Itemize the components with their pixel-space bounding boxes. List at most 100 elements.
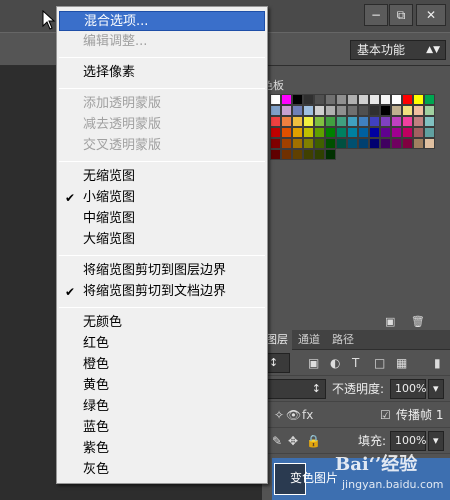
swatch[interactable]: [314, 105, 325, 116]
swatch[interactable]: [347, 138, 358, 149]
swatch[interactable]: [413, 127, 424, 138]
swatch[interactable]: [325, 116, 336, 127]
swatch[interactable]: [325, 138, 336, 149]
smart-object-filter-icon[interactable]: ▦: [396, 353, 407, 373]
close-button[interactable]: ✕: [416, 4, 446, 26]
swatch[interactable]: [303, 94, 314, 105]
menu-item-color-yellow[interactable]: 黄色: [59, 376, 265, 396]
swatch[interactable]: [336, 94, 347, 105]
swatch[interactable]: [413, 116, 424, 127]
swatch[interactable]: [314, 94, 325, 105]
swatch[interactable]: [336, 105, 347, 116]
swatch[interactable]: [292, 149, 303, 160]
lock-position-icon[interactable]: ✥: [288, 431, 298, 451]
swatch[interactable]: [369, 127, 380, 138]
tab-paths[interactable]: 路径: [328, 330, 358, 350]
menu-item-color-none[interactable]: 无颜色: [59, 313, 265, 333]
swatch[interactable]: [314, 116, 325, 127]
swatch[interactable]: [314, 138, 325, 149]
swatch[interactable]: [270, 94, 281, 105]
lock-all-icon[interactable]: 🔒: [306, 431, 321, 451]
opacity-input[interactable]: 100%: [390, 379, 426, 399]
swatch[interactable]: [380, 105, 391, 116]
swatch[interactable]: [358, 105, 369, 116]
swatch[interactable]: [281, 127, 292, 138]
swatch[interactable]: [336, 116, 347, 127]
swatch[interactable]: [270, 105, 281, 116]
swatch[interactable]: [292, 94, 303, 105]
swatch[interactable]: [358, 116, 369, 127]
menu-item-clip-to-document-bounds[interactable]: ✔ 将缩览图剪切到文档边界: [59, 282, 265, 302]
unify-style-icon[interactable]: fx: [302, 405, 313, 425]
fill-dropdown-button[interactable]: ▾: [428, 431, 444, 451]
swatch[interactable]: [413, 94, 424, 105]
swatch[interactable]: [347, 127, 358, 138]
swatch[interactable]: [325, 149, 336, 160]
swatch[interactable]: [391, 127, 402, 138]
swatch[interactable]: [402, 138, 413, 149]
type-filter-icon[interactable]: T: [352, 353, 359, 373]
swatch[interactable]: [402, 116, 413, 127]
swatch[interactable]: [292, 127, 303, 138]
swatch[interactable]: [380, 94, 391, 105]
swatch[interactable]: [336, 138, 347, 149]
swatch[interactable]: [325, 105, 336, 116]
swatch[interactable]: [413, 105, 424, 116]
menu-item-large-thumbnails[interactable]: 大缩览图: [59, 230, 265, 250]
swatch[interactable]: [314, 127, 325, 138]
workspace-select[interactable]: 基本功能 ▲▼: [350, 40, 446, 60]
minimize-button[interactable]: −: [364, 4, 388, 26]
swatch[interactable]: [347, 116, 358, 127]
swatch[interactable]: [380, 138, 391, 149]
unify-visibility-icon[interactable]: 👁: [286, 405, 301, 425]
swatch[interactable]: [281, 116, 292, 127]
swatch[interactable]: [281, 105, 292, 116]
swatch[interactable]: [325, 94, 336, 105]
swatch[interactable]: [358, 127, 369, 138]
menu-item-medium-thumbnails[interactable]: 中缩览图: [59, 209, 265, 229]
propagate-checkbox[interactable]: ☑: [380, 405, 391, 425]
swatch[interactable]: [369, 116, 380, 127]
swatch[interactable]: [325, 127, 336, 138]
restore-button[interactable]: ⧉: [389, 4, 413, 26]
swatch[interactable]: [270, 116, 281, 127]
swatch[interactable]: [314, 149, 325, 160]
swatch[interactable]: [424, 116, 435, 127]
menu-item-select-pixels[interactable]: 选择像素: [59, 63, 265, 83]
swatch[interactable]: [424, 138, 435, 149]
swatch[interactable]: [281, 94, 292, 105]
swatch[interactable]: [380, 127, 391, 138]
swatch[interactable]: [303, 138, 314, 149]
trash-icon[interactable]: 🗑: [411, 315, 425, 328]
swatch[interactable]: [369, 105, 380, 116]
menu-item-small-thumbnails[interactable]: ✔ 小缩览图: [59, 188, 265, 208]
swatch[interactable]: [303, 149, 314, 160]
swatch[interactable]: [303, 105, 314, 116]
swatch[interactable]: [369, 138, 380, 149]
swatch[interactable]: [270, 138, 281, 149]
swatch[interactable]: [369, 94, 380, 105]
new-swatch-icon[interactable]: ▣: [385, 315, 395, 328]
swatch[interactable]: [391, 138, 402, 149]
swatch[interactable]: [424, 94, 435, 105]
swatch[interactable]: [402, 127, 413, 138]
swatch[interactable]: [358, 138, 369, 149]
swatch[interactable]: [391, 116, 402, 127]
menu-item-color-violet[interactable]: 紫色: [59, 439, 265, 459]
swatch[interactable]: [281, 149, 292, 160]
swatch[interactable]: [391, 105, 402, 116]
tab-channels[interactable]: 通道: [294, 330, 324, 350]
blend-mode-select[interactable]: ↕: [264, 379, 326, 399]
swatch[interactable]: [292, 116, 303, 127]
swatch[interactable]: [292, 105, 303, 116]
lock-pixels-icon[interactable]: ✎: [272, 431, 282, 451]
menu-item-clip-to-layer-bounds[interactable]: 将缩览图剪切到图层边界: [59, 261, 265, 281]
swatch[interactable]: [292, 138, 303, 149]
shape-filter-icon[interactable]: □: [374, 353, 385, 373]
swatch[interactable]: [281, 138, 292, 149]
swatch[interactable]: [270, 127, 281, 138]
menu-item-blending-options[interactable]: 混合选项...: [59, 11, 265, 31]
menu-item-color-green[interactable]: 绿色: [59, 397, 265, 417]
menu-item-color-blue[interactable]: 蓝色: [59, 418, 265, 438]
swatch[interactable]: [358, 94, 369, 105]
